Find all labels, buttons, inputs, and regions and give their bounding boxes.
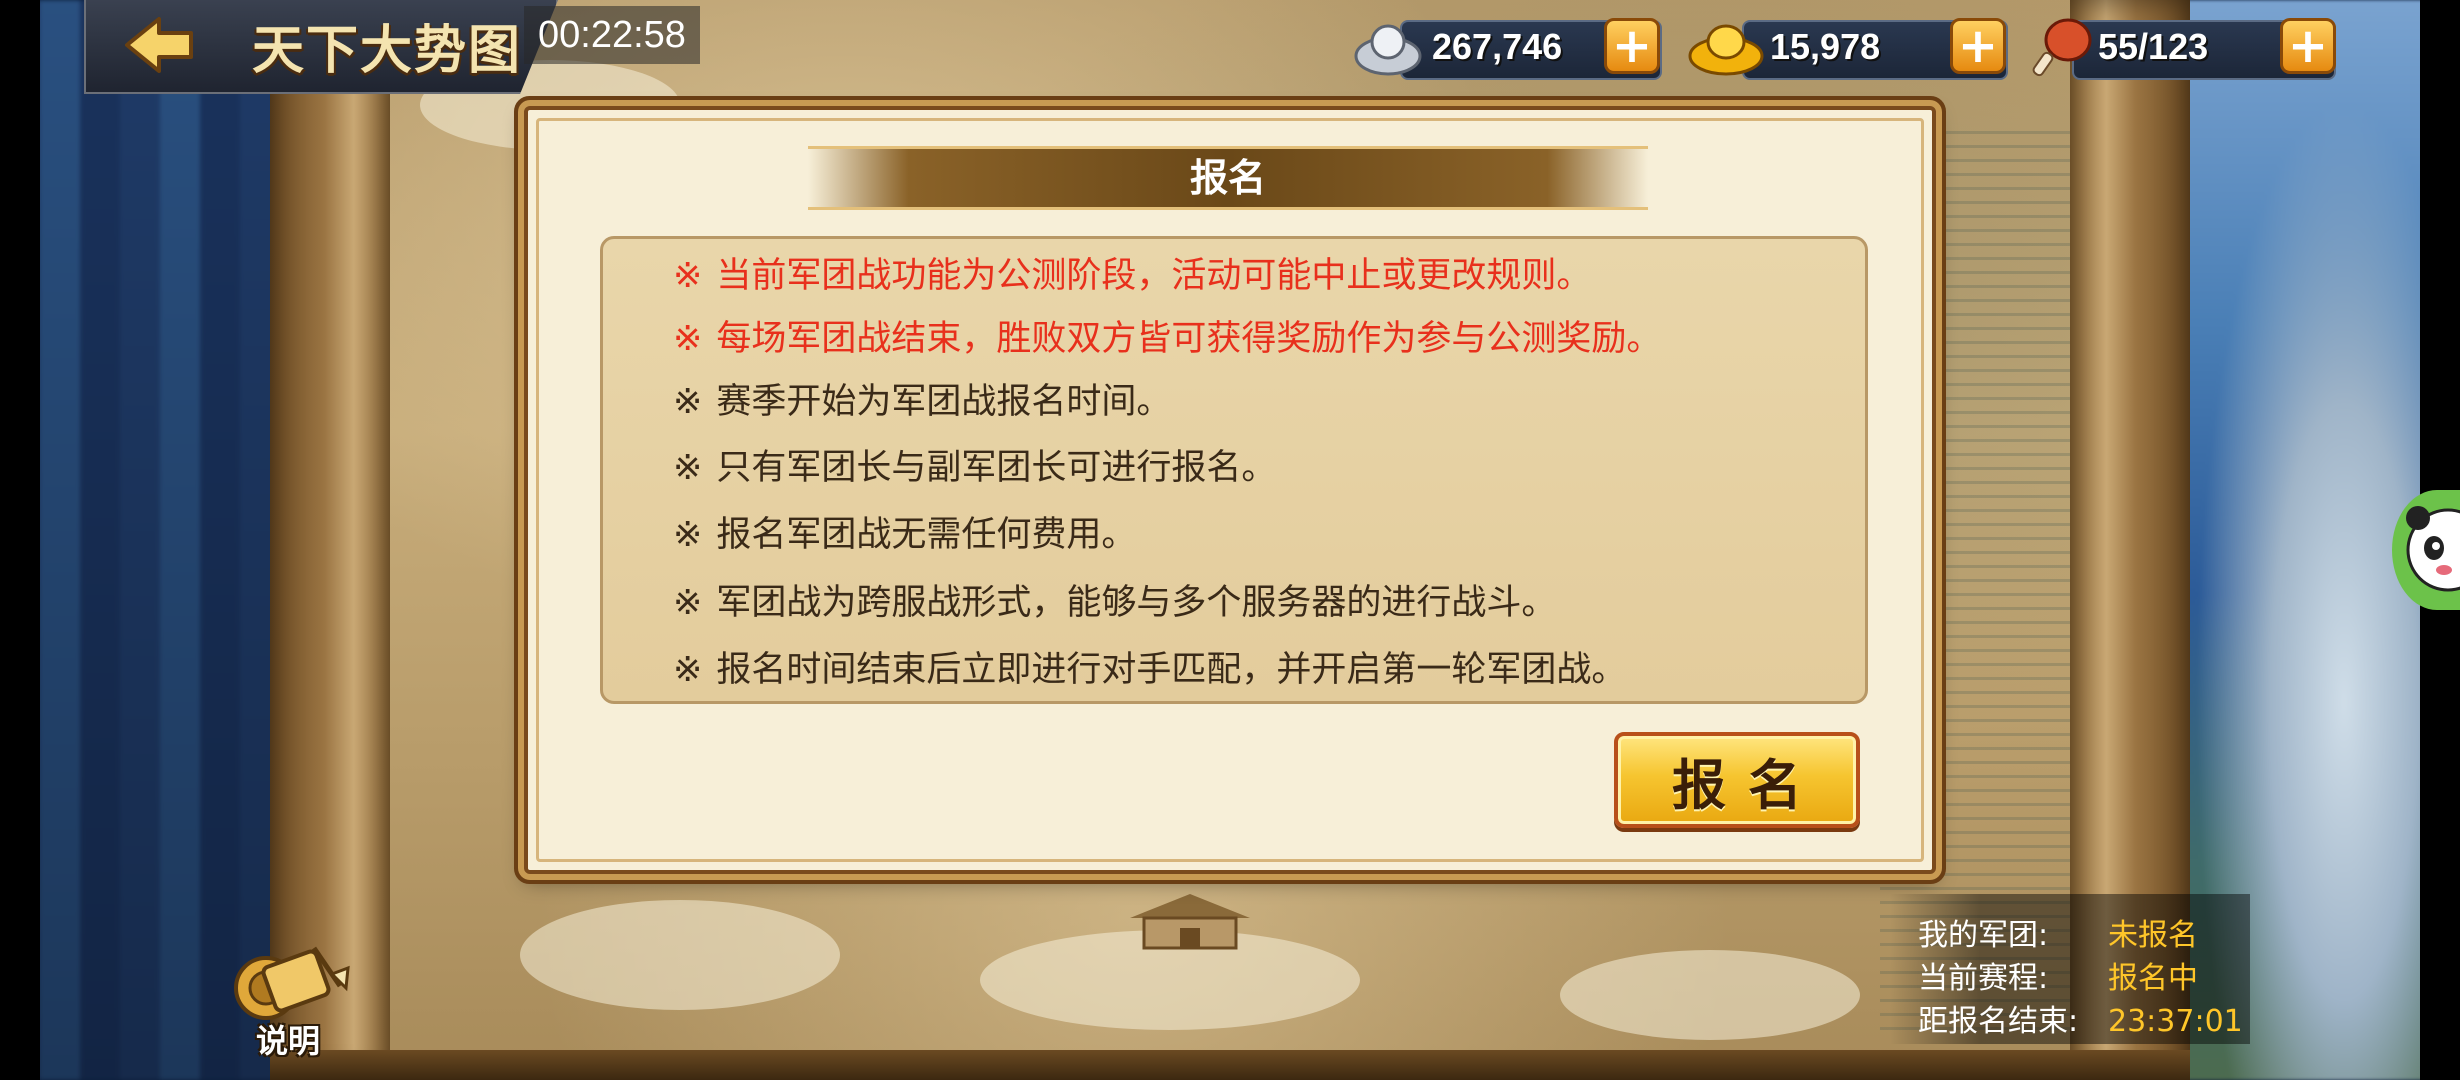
- rule-text: 当前军团战功能为公测阶段，活动可能中止或更改规则。: [716, 256, 1592, 296]
- stage-row: 当前赛程: 报名中: [1918, 953, 2198, 997]
- countdown-label: 距报名结束:: [1918, 1004, 2079, 1039]
- rule-item: ※ 只有军团长与副军团长可进行报名。: [673, 439, 1276, 490]
- rule-text: 报名时间结束后立即进行对手匹配，并开启第一轮军团战。: [716, 650, 1627, 690]
- silver-ingot-icon: [1354, 24, 1422, 76]
- rule-item: ※ 当前军团战功能为公测阶段，活动可能中止或更改规则。: [673, 247, 1591, 298]
- rule-mark: ※: [673, 382, 703, 422]
- signup-button-label: 报名: [1672, 752, 1824, 817]
- stage-value: 报名中: [2108, 961, 2198, 996]
- rule-item: ※ 报名时间结束后立即进行对手匹配，并开启第一轮军团战。: [673, 641, 1626, 692]
- countdown-row: 距报名结束: 23:37:01: [1918, 996, 2243, 1040]
- meat-drumstick-icon: [2032, 18, 2092, 77]
- add-gold-button[interactable]: +: [1950, 18, 2006, 74]
- silver-value: 267,746: [1432, 26, 1563, 67]
- map-cloud: [1560, 950, 1860, 1040]
- scroll-icon: [234, 946, 350, 1020]
- my-legion-label: 我的军团:: [1918, 918, 2049, 953]
- rule-item: ※ 每场军团战结束，胜败双方皆可获得奖励作为参与公测奖励。: [673, 310, 1661, 361]
- rule-item: ※ 赛季开始为军团战报名时间。: [673, 373, 1171, 424]
- gold-value: 15,978: [1770, 26, 1881, 67]
- stamina-value: 55/123: [2098, 26, 2209, 67]
- rule-mark: ※: [673, 515, 703, 555]
- rule-mark: ※: [673, 319, 703, 359]
- legion-info-panel: 我的军团: 未报名 当前赛程: 报名中 距报名结束: 23:37:01: [1890, 894, 2250, 1044]
- rule-mark: ※: [673, 583, 703, 623]
- add-silver-button[interactable]: +: [1604, 18, 1660, 74]
- back-arrow-icon: [125, 17, 193, 73]
- signup-dialog: 报名 ※ 当前军团战功能为公测阶段，活动可能中止或更改规则。 ※ 每场军团战结束，胜…: [524, 106, 1936, 874]
- scroll-roll-left: [270, 0, 390, 1080]
- rule-text: 赛季开始为军团战报名时间。: [716, 382, 1172, 422]
- recording-clock: 00:22:58: [524, 6, 700, 64]
- rule-text: 只有军团长与副军团长可进行报名。: [716, 448, 1277, 488]
- scroll-bottom-edge: [270, 1050, 2190, 1080]
- page-title: 天下大势图: [252, 20, 523, 81]
- add-stamina-button[interactable]: +: [2280, 18, 2336, 74]
- my-legion-value: 未报名: [2108, 918, 2198, 953]
- rule-text: 报名军团战无需任何费用。: [716, 515, 1137, 555]
- signup-button[interactable]: 报名: [1614, 732, 1860, 828]
- rule-item: ※ 报名军团战无需任何费用。: [673, 506, 1136, 557]
- rules-panel: ※ 当前军团战功能为公测阶段，活动可能中止或更改规则。 ※ 每场军团战结束，胜败双方…: [600, 236, 1868, 704]
- rule-text: 军团战为跨服战形式，能够与多个服务器的进行战斗。: [716, 583, 1557, 623]
- map-cloud: [520, 900, 840, 1010]
- rule-text: 每场军团战结束，胜败双方皆可获得奖励作为参与公测奖励。: [716, 319, 1662, 359]
- rule-mark: ※: [673, 448, 703, 488]
- palace-icon[interactable]: [1120, 884, 1260, 956]
- background-left: [0, 0, 290, 1080]
- explain-label: 说明: [256, 1022, 321, 1060]
- rule-item: ※ 军团战为跨服战形式，能够与多个服务器的进行战斗。: [673, 574, 1556, 625]
- countdown-value: 23:37:01: [2108, 1004, 2243, 1039]
- gold-ingot-icon: [1688, 24, 1764, 76]
- dialog-title: 报名: [1189, 156, 1266, 200]
- dialog-title-bar: 报名: [808, 146, 1648, 210]
- back-button[interactable]: [90, 6, 230, 84]
- stage-label: 当前赛程:: [1918, 961, 2049, 996]
- rule-mark: ※: [673, 256, 703, 296]
- rule-mark: ※: [673, 650, 703, 690]
- explain-button[interactable]: 说明: [222, 938, 362, 1068]
- screen-edge-left: [0, 0, 40, 1080]
- my-legion-row: 我的军团: 未报名: [1918, 910, 2198, 954]
